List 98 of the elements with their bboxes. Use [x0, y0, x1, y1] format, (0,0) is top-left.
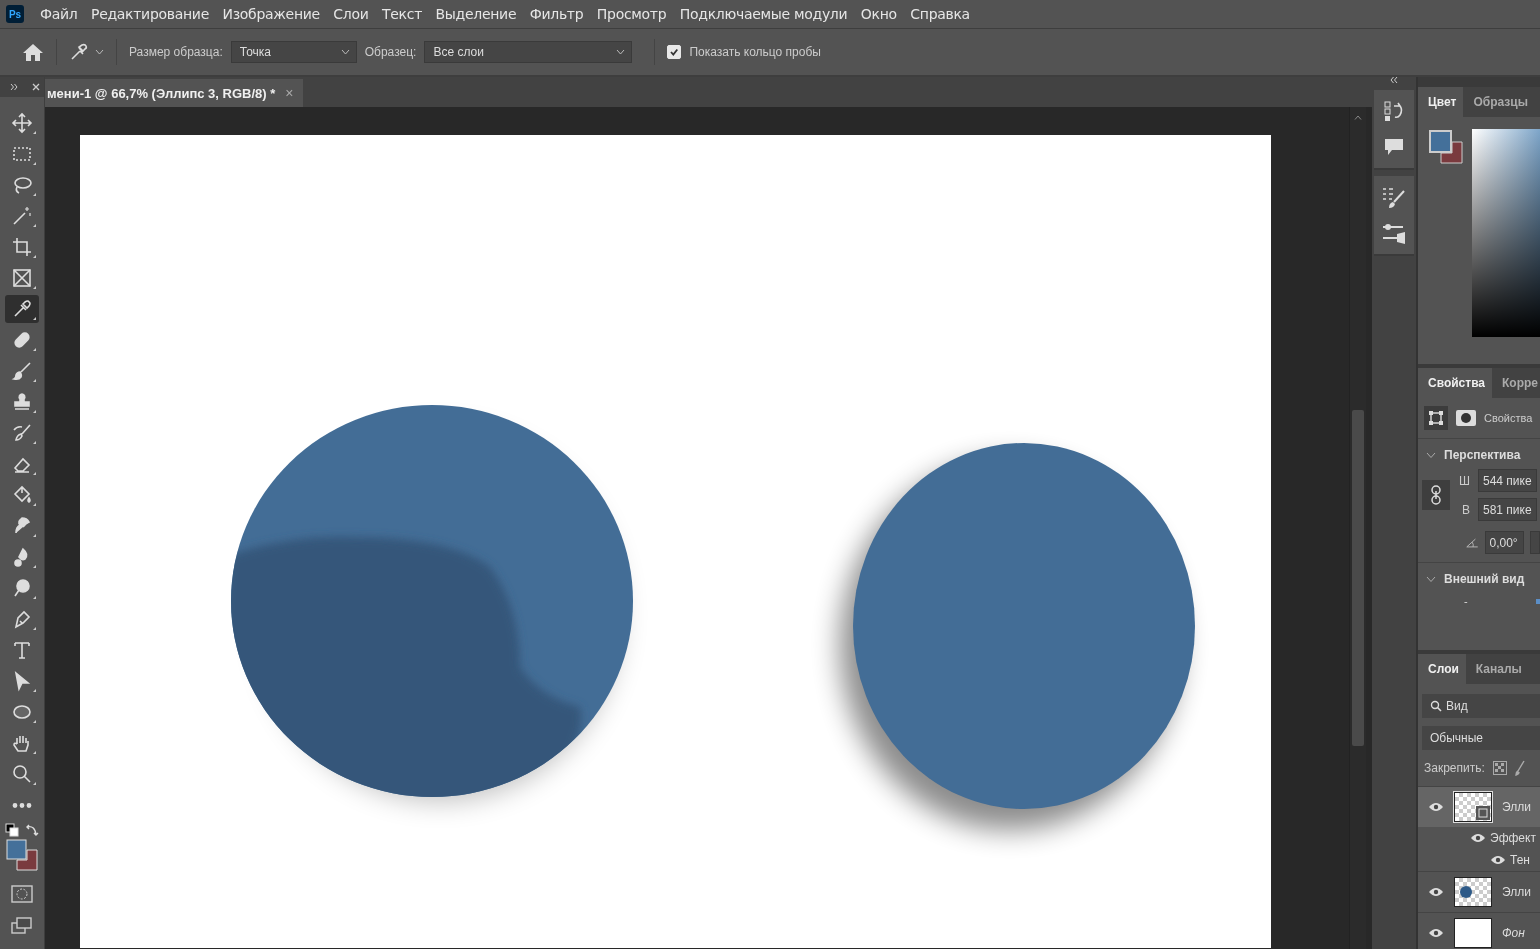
panel-tab[interactable]: Корре — [1492, 368, 1540, 398]
default-colors-icon[interactable] — [5, 823, 19, 837]
lock-brush-icon[interactable] — [1514, 760, 1525, 776]
circle-icon — [1459, 885, 1473, 899]
caret-icon[interactable] — [95, 49, 104, 55]
scroll-up-icon[interactable] — [1354, 115, 1362, 120]
caret-icon — [616, 49, 626, 55]
tool-button[interactable] — [5, 295, 39, 323]
layer-row[interactable]: Фон — [1418, 912, 1540, 949]
appearance-value: - — [1464, 595, 1468, 607]
layer-name: Фон — [1502, 926, 1525, 940]
quick-mask-icon[interactable] — [11, 885, 33, 903]
bucket-icon — [11, 484, 33, 506]
background-color-swatch[interactable] — [16, 849, 38, 871]
menu-item[interactable]: Окно — [860, 6, 897, 22]
background-color-swatch[interactable] — [1440, 141, 1463, 164]
checkmark-icon — [669, 47, 680, 57]
panel-tab[interactable]: Свойства — [1418, 368, 1493, 398]
swap-colors-icon[interactable] — [25, 823, 39, 837]
close-icon[interactable] — [32, 83, 40, 91]
brush-icon — [11, 360, 33, 382]
crop-icon — [11, 236, 33, 258]
menu-item[interactable]: Просмотр — [596, 6, 667, 22]
visibility-icon[interactable] — [1428, 887, 1444, 897]
history-icon — [11, 422, 33, 444]
angle-icon — [1466, 536, 1479, 549]
home-icon[interactable] — [22, 42, 44, 62]
search-icon — [1430, 700, 1442, 712]
visibility-icon[interactable] — [1490, 855, 1506, 865]
show-ring-checkbox[interactable] — [667, 45, 682, 59]
effect-name: Тен — [1510, 853, 1530, 867]
menu-item[interactable]: Подключаемые модули — [679, 6, 848, 22]
layer-name: Элли — [1502, 800, 1531, 814]
layer-thumbnail — [1454, 918, 1492, 948]
height-label: В — [1461, 502, 1470, 517]
menu-item[interactable]: Редактирование — [91, 6, 209, 22]
input-field[interactable] — [1530, 531, 1540, 554]
layer-row[interactable]: Элли — [1418, 871, 1540, 912]
layer-row[interactable]: Элли — [1418, 786, 1540, 827]
brush-settings-icon[interactable] — [1381, 186, 1407, 210]
dodge-icon — [11, 577, 33, 599]
eyedropper-icon[interactable] — [69, 42, 89, 62]
visibility-icon[interactable] — [1428, 802, 1444, 812]
menu-item[interactable]: Слои — [333, 6, 369, 22]
sample-size-dropdown[interactable]: Точка — [230, 41, 357, 63]
section-title: Внешний вид — [1444, 572, 1525, 586]
lock-transparency-icon[interactable] — [1492, 761, 1507, 775]
panel-tab[interactable]: Каналы — [1465, 654, 1529, 684]
menu-item[interactable]: Файл — [40, 6, 78, 22]
wand-icon — [11, 205, 33, 227]
more-icon — [11, 802, 33, 808]
panel-tab[interactable]: Цвет — [1418, 87, 1464, 117]
transform-icon[interactable] — [1424, 406, 1448, 430]
move-icon — [11, 112, 33, 134]
foreground-color-swatch[interactable] — [1429, 130, 1452, 153]
menu-item[interactable]: Фильтр — [529, 6, 584, 22]
visibility-icon[interactable] — [1470, 833, 1486, 843]
menu-item[interactable]: Изображение — [222, 6, 320, 22]
show-ring-label: Показать кольцо пробы — [689, 45, 821, 59]
panel-tab[interactable]: Образцы — [1463, 87, 1535, 117]
foreground-color-swatch[interactable] — [6, 839, 27, 860]
layer-name: Элли — [1502, 885, 1531, 899]
lock-label: Закрепить: — [1424, 761, 1485, 775]
height-field[interactable]: 581 пике — [1478, 498, 1537, 521]
color-chip[interactable] — [1536, 598, 1540, 604]
scroll-thumb[interactable] — [1352, 410, 1364, 746]
adjustments-icon[interactable] — [1381, 222, 1407, 244]
expand-icon[interactable] — [10, 84, 18, 90]
sample-size-label: Размер образца: — [129, 45, 223, 59]
menu-item[interactable]: Выделение — [435, 6, 517, 22]
visibility-icon[interactable] — [1428, 928, 1444, 938]
layer-filter-dropdown[interactable]: Вид — [1422, 694, 1540, 718]
zoom-icon — [11, 763, 33, 785]
panel-tab[interactable]: Слои — [1418, 654, 1466, 684]
section-title: Перспектива — [1444, 448, 1521, 462]
angle-field[interactable]: 0,00° — [1484, 531, 1525, 554]
width-label: Ш — [1458, 473, 1470, 488]
lasso-icon — [11, 174, 33, 196]
properties-header: Свойства — [1484, 412, 1533, 424]
caret-icon — [340, 49, 350, 55]
width-field[interactable]: 544 пике — [1478, 469, 1537, 492]
document-tab[interactable]: мени-1 @ 66,7% (Эллипс 3, RGB/8) * × — [45, 79, 304, 107]
color-picker-field[interactable] — [1472, 129, 1540, 337]
menu-item[interactable]: Справка — [910, 6, 970, 22]
sample-dropdown[interactable]: Все слои — [424, 41, 633, 63]
blend-mode-dropdown[interactable]: Обычные — [1422, 726, 1540, 750]
app-logo[interactable]: Ps — [6, 5, 24, 23]
frame-icon — [11, 267, 33, 289]
text-tool-icon — [11, 639, 33, 661]
chevron-icon[interactable] — [1426, 451, 1436, 459]
effect-name: Эффект — [1490, 831, 1536, 845]
shape-badge-icon — [1476, 806, 1490, 820]
screen-mode-icon[interactable] — [11, 917, 33, 935]
menu-item[interactable]: Текст — [382, 6, 423, 22]
link-icon[interactable] — [1422, 480, 1450, 510]
sample-label: Образец: — [364, 45, 417, 59]
chevron-icon[interactable] — [1426, 575, 1436, 583]
stamp-icon — [11, 391, 33, 413]
